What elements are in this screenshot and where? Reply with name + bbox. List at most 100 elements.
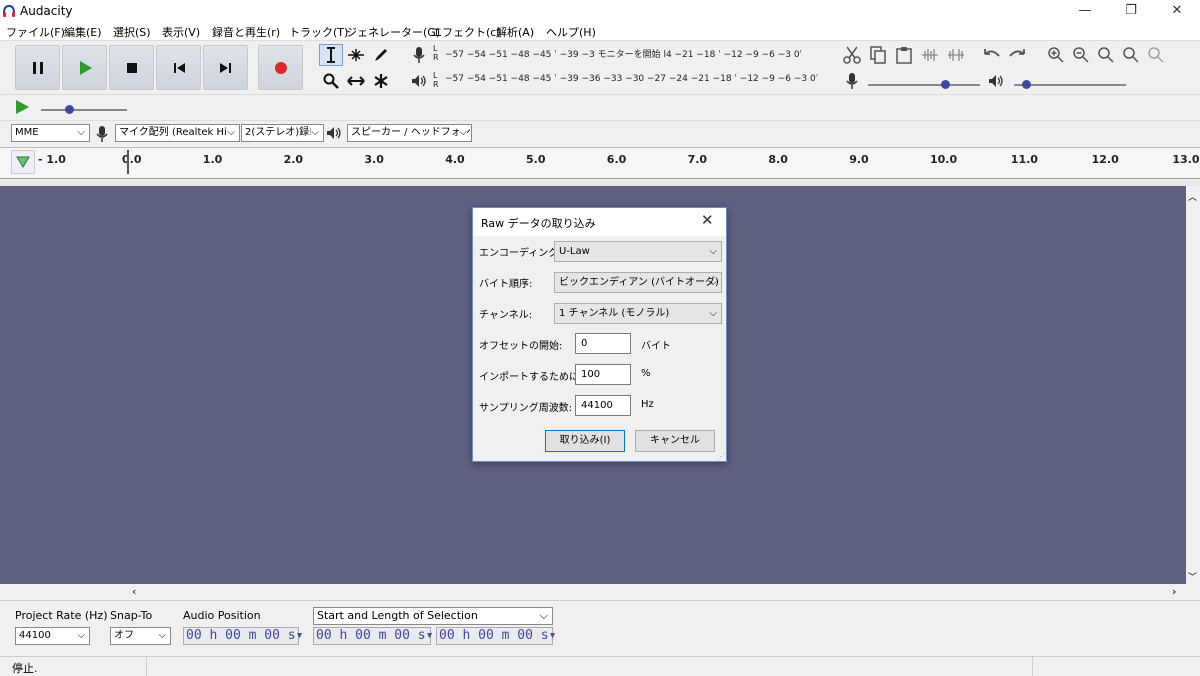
playback-device-select[interactable]: スピーカー / ヘッドフォン ⌵ — [347, 124, 472, 142]
audio-position-control[interactable]: 00 h 00 m 00 s▾ — [183, 627, 303, 645]
multi-tool[interactable] — [369, 70, 393, 92]
draw-tool[interactable] — [369, 44, 393, 66]
record-button[interactable] — [258, 45, 303, 90]
menu-effect[interactable]: エフェクト(c) — [431, 24, 501, 40]
encoding-select[interactable]: U-Law ⌵ — [554, 241, 722, 262]
byte-order-select[interactable]: ビックエンディアン (バイトオーダ) ⌵ — [554, 272, 722, 293]
play-icon — [16, 100, 29, 114]
play-at-speed-button[interactable] — [14, 99, 30, 118]
playback-meter-speaker-icon[interactable] — [407, 70, 431, 92]
skip-end-button[interactable] — [203, 45, 248, 90]
menu-generate[interactable]: ジェネレーター(G) — [346, 24, 440, 40]
encoding-label: エンコーディング: — [479, 248, 562, 259]
zoom-toggle-button[interactable] — [1144, 44, 1168, 66]
ruler-tick-label: 4.0 — [445, 153, 465, 166]
undo-icon — [984, 49, 1000, 57]
encoding-value: U-Law — [559, 246, 590, 257]
recording-channels-select[interactable]: 2(ステレオ)録! ⌵ — [241, 124, 324, 142]
menu-select[interactable]: 選択(S) — [113, 24, 151, 40]
recording-device-select[interactable]: マイク配列 (Realtek Hi ⌵ — [115, 124, 240, 142]
undo-button[interactable] — [980, 44, 1004, 66]
silence-button[interactable] — [944, 44, 968, 66]
chevron-down-icon: ⌵ — [77, 127, 85, 138]
trim-button[interactable] — [918, 44, 942, 66]
menu-tracks[interactable]: トラック(T) — [289, 24, 348, 40]
zoom-in-button[interactable] — [1044, 44, 1068, 66]
silence-audio-icon — [948, 49, 964, 61]
sample-rate-input[interactable]: 44100 — [575, 395, 631, 416]
channels-select[interactable]: 1 チャンネル (モノラル) ⌵ — [554, 303, 722, 324]
zoom-in-icon — [1048, 47, 1064, 63]
recording-meter[interactable]: −57 −54 −51 −48 −45 ˈ −39 −3 モニターを開始 l4 … — [445, 47, 820, 67]
playback-volume-thumb[interactable] — [1022, 80, 1031, 89]
menu-file[interactable]: ファイル(F) — [6, 24, 65, 40]
fit-selection-button[interactable] — [1094, 44, 1118, 66]
copy-button[interactable] — [866, 44, 890, 66]
byte-order-value: ビックエンディアン (バイトオーダ) — [559, 277, 719, 288]
restore-button[interactable]: ❐ — [1108, 0, 1154, 22]
import-button[interactable]: 取り込み(I) — [545, 430, 625, 452]
cut-button[interactable] — [840, 44, 864, 66]
recording-volume-slider[interactable] — [868, 84, 980, 86]
horizontal-scrollbar[interactable]: ‹ › — [128, 584, 1186, 600]
selection-start-control[interactable]: 00 h 00 m 00 s▾ — [313, 627, 433, 645]
double-arrow-icon — [347, 76, 365, 86]
close-window-button[interactable]: ✕ — [1154, 0, 1200, 22]
audio-host-select[interactable]: MME ⌵ — [11, 124, 90, 142]
envelope-tool[interactable] — [344, 44, 368, 66]
project-rate-select[interactable]: 44100 ⌵ — [15, 627, 90, 645]
chevron-down-icon: ⌵ — [709, 246, 717, 257]
playback-meter[interactable]: −57 −54 −51 −48 −45 ˈ −39 −36 −33 −30 −2… — [445, 74, 820, 94]
offset-input[interactable]: 0 — [575, 333, 631, 354]
ruler-tick-label: 9.0 — [849, 153, 869, 166]
paste-button[interactable] — [892, 44, 916, 66]
snap-to-select[interactable]: オフ ⌵ — [110, 627, 171, 645]
time-shift-tool[interactable] — [344, 70, 368, 92]
scroll-left-arrow-icon[interactable]: ‹ — [132, 585, 136, 598]
menu-help[interactable]: ヘルプ(H) — [546, 24, 596, 40]
timeline-options-button[interactable] — [11, 150, 35, 174]
scroll-down-arrow-icon[interactable]: ﹀ — [1188, 570, 1197, 583]
ruler-tick-label: 11.0 — [1010, 153, 1038, 166]
fit-project-button[interactable] — [1119, 44, 1143, 66]
pause-button[interactable] — [15, 45, 60, 90]
stop-button[interactable] — [109, 45, 154, 90]
import-percent-input[interactable]: 100 — [575, 364, 631, 385]
asterisk-icon — [374, 74, 388, 88]
scroll-right-arrow-icon[interactable]: › — [1172, 585, 1176, 598]
cancel-button[interactable]: キャンセル — [635, 430, 715, 452]
record-meter-mic-icon[interactable] — [407, 44, 431, 66]
menu-transport[interactable]: 録音と再生(r) — [212, 24, 280, 40]
timeline-ruler[interactable]: - 1.0 0.0 1.0 2.0 3.0 4.0 5.0 6.0 7.0 8.0 9.0 10.0 1… — [0, 147, 1200, 179]
byte-order-label: バイト順序: — [479, 279, 533, 290]
dialog-close-icon[interactable]: ✕ — [701, 211, 714, 229]
playhead-marker[interactable] — [127, 150, 129, 174]
selection-length-control[interactable]: 00 h 00 m 00 s▾ — [436, 627, 556, 645]
menu-analyze[interactable]: 解析(A) — [496, 24, 534, 40]
zoom-tool[interactable] — [319, 70, 343, 92]
vertical-scrollbar[interactable]: ︿ ﹀ — [1186, 186, 1200, 584]
redo-button[interactable] — [1005, 44, 1029, 66]
ruler-tick-label: 10.0 — [930, 153, 958, 166]
snap-to-label: Snap-To — [110, 609, 153, 622]
selection-mode-select[interactable]: Start and Length of Selection ⌵ — [313, 607, 553, 625]
speed-slider[interactable] — [41, 109, 127, 111]
scissors-icon — [843, 46, 861, 64]
import-percent-unit: % — [641, 368, 651, 379]
selection-tool[interactable] — [319, 44, 343, 66]
play-icon — [80, 61, 92, 75]
zoom-out-icon — [1073, 47, 1089, 63]
recording-volume-thumb[interactable] — [941, 80, 950, 89]
minimize-button[interactable]: — — [1062, 0, 1108, 22]
ruler-tick-label: - 1.0 — [38, 153, 66, 166]
zoom-out-button[interactable] — [1069, 44, 1093, 66]
speed-slider-thumb[interactable] — [65, 105, 74, 114]
menu-edit[interactable]: 編集(E) — [64, 24, 102, 40]
menu-view[interactable]: 表示(V) — [162, 24, 200, 40]
audio-host-value: MME — [15, 127, 39, 138]
recording-volume-icon — [840, 70, 864, 92]
resize-grip-icon[interactable]: ⋰ — [717, 452, 725, 461]
play-button[interactable] — [62, 45, 107, 90]
skip-start-button[interactable] — [156, 45, 201, 90]
scroll-up-arrow-icon[interactable]: ︿ — [1188, 190, 1197, 203]
